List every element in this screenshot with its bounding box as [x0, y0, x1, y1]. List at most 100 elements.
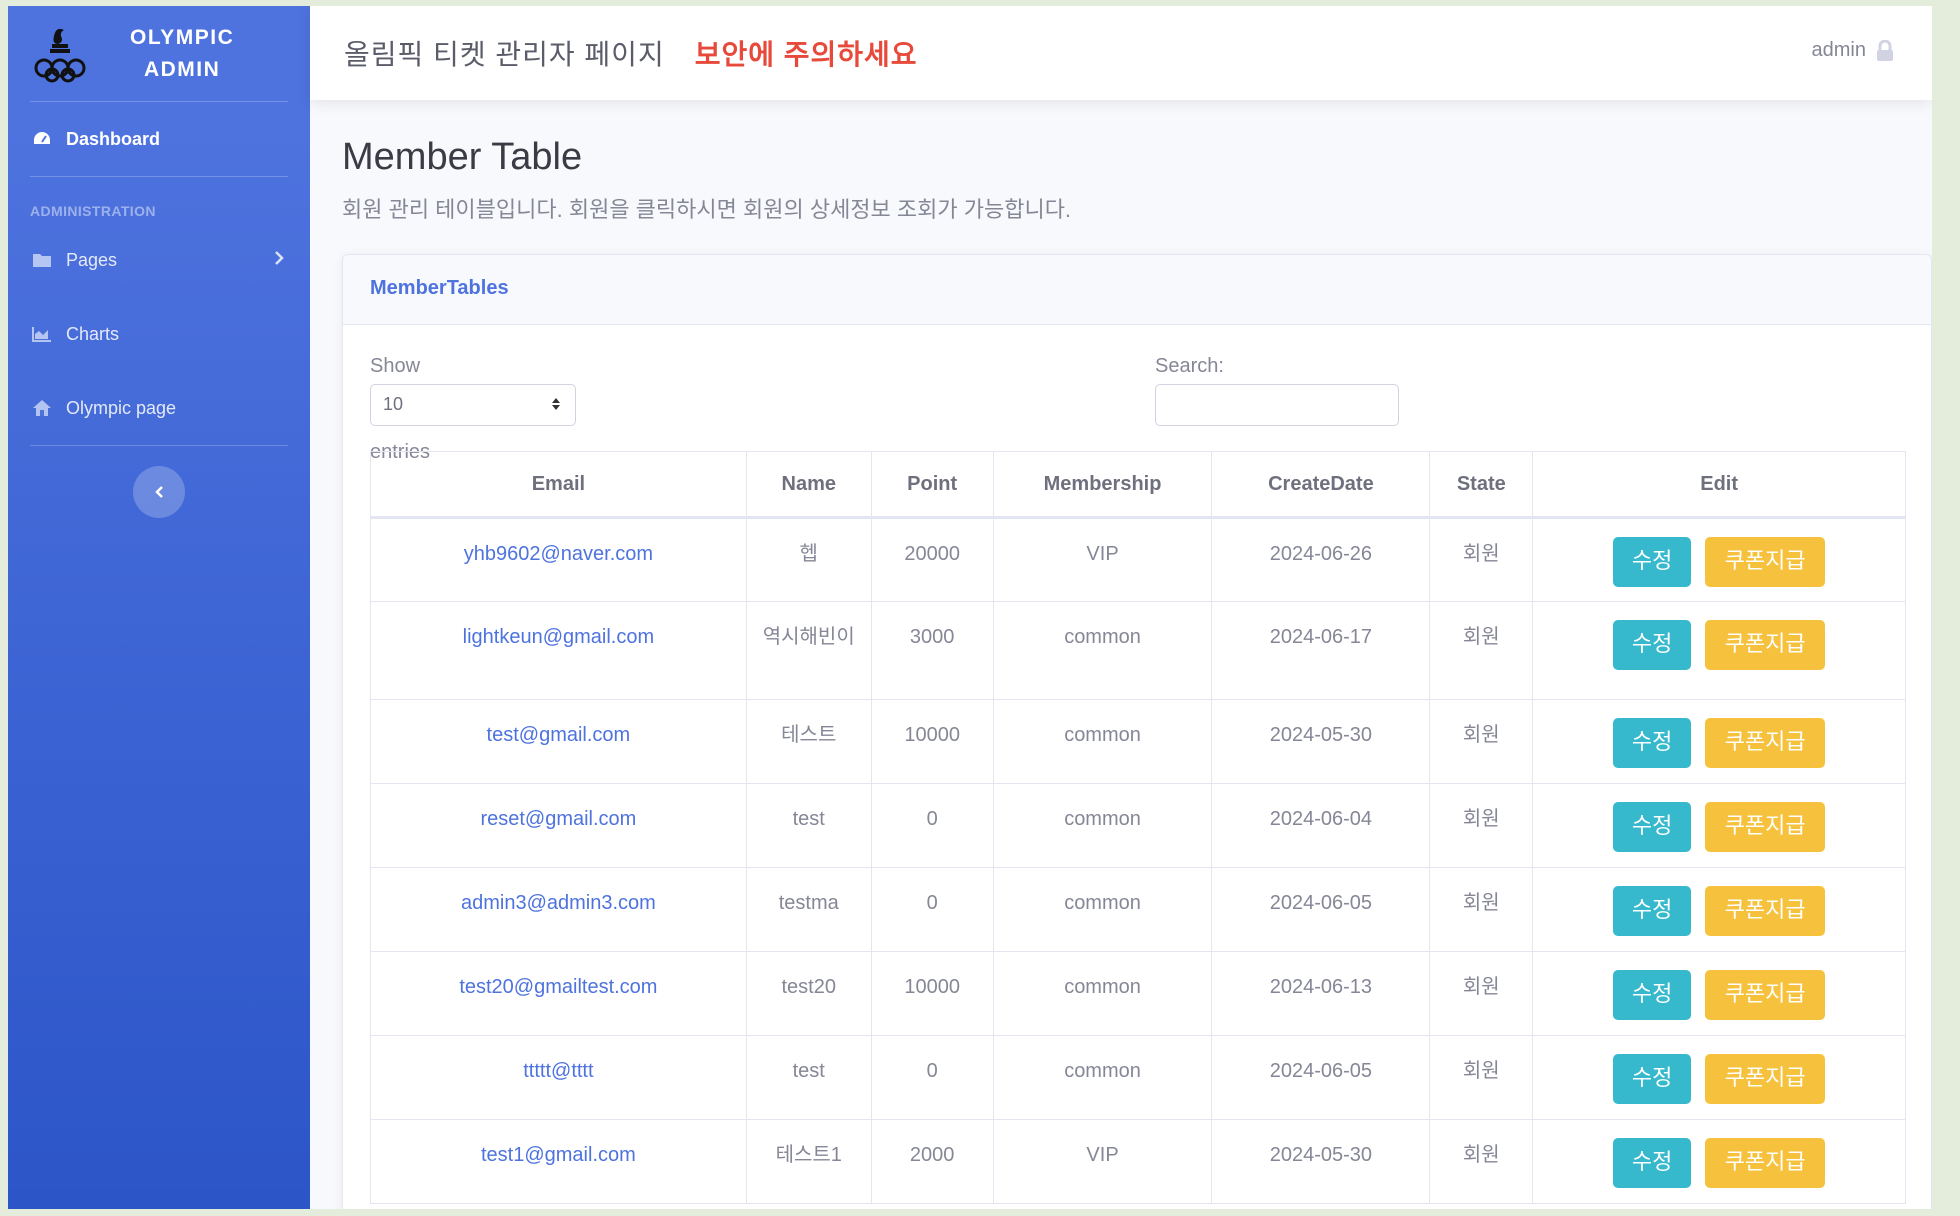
column-header[interactable]: Point: [870, 451, 994, 519]
membership-cell: common: [992, 699, 1213, 784]
topbar: 올림픽 티켓 관리자 페이지 보안에 주의하세요 admin: [310, 6, 1932, 100]
member-email-link[interactable]: test20@gmailtest.com: [459, 976, 657, 998]
column-header[interactable]: CreateDate: [1211, 451, 1431, 519]
edit-cell: 수정 쿠폰지급: [1532, 1119, 1906, 1204]
sidebar-item-label: Olympic page: [66, 397, 177, 418]
sidebar-item-charts[interactable]: Charts: [8, 297, 310, 371]
create-date-cell: 2024-06-05: [1211, 867, 1431, 952]
point-cell: 10000: [870, 951, 994, 1036]
sidebar-brand[interactable]: OLYMPIC ADMIN: [8, 6, 310, 101]
card-header: MemberTables: [343, 255, 1931, 325]
state-cell: 회원: [1429, 783, 1534, 868]
create-date-cell: 2024-06-17: [1211, 601, 1431, 700]
table-row[interactable]: test20@gmailtest.com test20 10000 common 202…: [370, 951, 1906, 1036]
table-row[interactable]: admin3@admin3.com testma 0 common 2024-06-05…: [370, 867, 1906, 952]
sidebar-item-olympic-page[interactable]: Olympic page: [8, 371, 310, 445]
user-dropdown[interactable]: admin: [1812, 39, 1894, 62]
name-cell: 역시해빈이: [745, 601, 872, 700]
edit-button[interactable]: 수정: [1613, 718, 1692, 768]
edit-button[interactable]: 수정: [1613, 1054, 1692, 1104]
issue-coupon-button[interactable]: 쿠폰지급: [1705, 1054, 1826, 1104]
name-cell: test20: [745, 951, 872, 1036]
create-date-cell: 2024-06-26: [1211, 517, 1431, 602]
edit-button[interactable]: 수정: [1613, 886, 1692, 936]
email-cell: lightkeun@gmail.com: [370, 601, 747, 700]
state-cell: 회원: [1429, 601, 1534, 700]
create-date-cell: 2024-06-04: [1211, 783, 1431, 868]
state-cell: 회원: [1429, 1119, 1534, 1204]
chevron-left-icon: [155, 486, 163, 498]
sidebar-item-label: Charts: [66, 323, 120, 344]
point-cell: 10000: [870, 699, 994, 784]
name-cell: 헵: [745, 517, 872, 602]
entries-select-value: 10: [383, 394, 404, 414]
table-row[interactable]: lightkeun@gmail.com 역시해빈이 3000 common 2024-0…: [370, 601, 1906, 700]
edit-cell: 수정 쿠폰지급: [1532, 1035, 1906, 1120]
point-cell: 0: [870, 783, 994, 868]
edit-cell: 수정 쿠폰지급: [1532, 783, 1906, 868]
home-icon: [30, 398, 54, 418]
sidebar-item-label: Pages: [66, 249, 118, 270]
sidebar-item-dashboard[interactable]: Dashboard: [8, 102, 310, 176]
issue-coupon-button[interactable]: 쿠폰지급: [1705, 802, 1826, 852]
email-cell: test1@gmail.com: [370, 1119, 747, 1204]
search-input[interactable]: [1155, 384, 1399, 426]
issue-coupon-button[interactable]: 쿠폰지급: [1705, 886, 1826, 936]
folder-icon: [30, 250, 54, 270]
sidebar-item-pages[interactable]: Pages: [8, 223, 310, 297]
edit-cell: 수정 쿠폰지급: [1532, 951, 1906, 1036]
page-description: 회원 관리 테이블입니다. 회원을 클릭하시면 회원의 상세정보 조회가 가능합…: [342, 197, 1072, 222]
point-cell: 0: [870, 867, 994, 952]
column-header[interactable]: Email: [370, 451, 747, 519]
edit-button[interactable]: 수정: [1613, 620, 1692, 670]
member-email-link[interactable]: yhb9602@naver.com: [464, 543, 653, 565]
search-label: Search:: [1155, 355, 1224, 377]
create-date-cell: 2024-05-30: [1211, 1119, 1431, 1204]
edit-button[interactable]: 수정: [1613, 802, 1692, 852]
member-email-link[interactable]: lightkeun@gmail.com: [463, 626, 655, 648]
table-row[interactable]: test@gmail.com 테스트 10000 common 2024-05-30 회원…: [370, 699, 1906, 784]
security-warning: 보안에 주의하세요: [694, 39, 918, 70]
point-cell: 0: [870, 1035, 994, 1120]
table-row[interactable]: yhb9602@naver.com 헵 20000 VIP 2024-06-26 회원 수정…: [370, 517, 1906, 602]
entries-select[interactable]: 10: [370, 384, 576, 426]
table-row[interactable]: reset@gmail.com test 0 common 2024-06-04 회원 수정…: [370, 783, 1906, 868]
edit-button[interactable]: 수정: [1613, 1138, 1692, 1188]
issue-coupon-button[interactable]: 쿠폰지급: [1705, 620, 1826, 670]
edit-cell: 수정 쿠폰지급: [1532, 517, 1906, 602]
table-row[interactable]: ttttt@tttt test 0 common 2024-06-05 회원 수정 쿠폰지급: [370, 1035, 1906, 1120]
state-cell: 회원: [1429, 867, 1534, 952]
membership-cell: common: [992, 783, 1213, 868]
column-header[interactable]: Edit: [1532, 451, 1906, 519]
card-title: MemberTables: [370, 277, 509, 299]
column-header[interactable]: Name: [745, 451, 872, 519]
sidebar-heading: ADMINISTRATION: [30, 203, 156, 219]
issue-coupon-button[interactable]: 쿠폰지급: [1705, 970, 1826, 1020]
issue-coupon-button[interactable]: 쿠폰지급: [1705, 537, 1826, 587]
member-email-link[interactable]: ttttt@tttt: [523, 1060, 593, 1082]
tachometer-icon: [30, 129, 54, 149]
edit-button[interactable]: 수정: [1613, 970, 1692, 1020]
table-row[interactable]: test1@gmail.com 테스트1 2000 VIP 2024-05-30 회원 수정…: [370, 1119, 1906, 1204]
name-cell: test: [745, 1035, 872, 1120]
sidebar-divider: [30, 445, 288, 446]
state-cell: 회원: [1429, 517, 1534, 602]
sidebar-toggle-button[interactable]: [133, 466, 185, 518]
brand-line1: OLYMPIC: [130, 25, 235, 49]
membership-cell: common: [992, 601, 1213, 700]
sort-arrows-icon: [552, 398, 560, 410]
create-date-cell: 2024-05-30: [1211, 699, 1431, 784]
member-email-link[interactable]: test@gmail.com: [487, 724, 631, 746]
email-cell: yhb9602@naver.com: [370, 517, 747, 602]
member-email-link[interactable]: test1@gmail.com: [481, 1144, 636, 1166]
topbar-title: 올림픽 티켓 관리자 페이지: [344, 39, 665, 70]
column-header[interactable]: State: [1429, 451, 1534, 519]
member-email-link[interactable]: admin3@admin3.com: [461, 892, 656, 914]
member-email-link[interactable]: reset@gmail.com: [480, 808, 636, 830]
email-cell: admin3@admin3.com: [370, 867, 747, 952]
issue-coupon-button[interactable]: 쿠폰지급: [1705, 1138, 1826, 1188]
edit-button[interactable]: 수정: [1613, 537, 1692, 587]
header-row: Email Name Point Membership CreateDate State E…: [370, 451, 1906, 519]
column-header[interactable]: Membership: [992, 451, 1213, 519]
issue-coupon-button[interactable]: 쿠폰지급: [1705, 718, 1826, 768]
